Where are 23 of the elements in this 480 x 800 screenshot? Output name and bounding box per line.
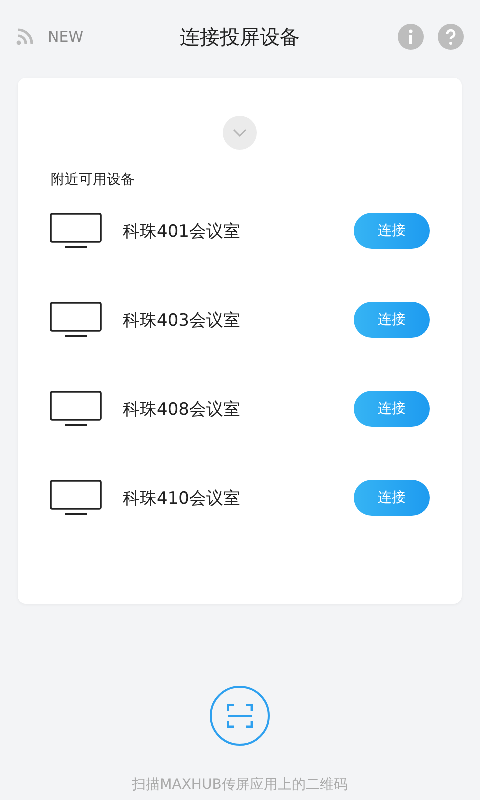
monitor-icon (50, 391, 102, 427)
monitor-icon (50, 302, 102, 338)
device-name: 科珠401会议室 (123, 220, 240, 242)
help-icon[interactable] (438, 24, 464, 50)
device-name: 科珠403会议室 (123, 310, 240, 332)
connect-button[interactable]: 连接 (354, 391, 430, 427)
device-name: 科珠410会议室 (123, 488, 240, 510)
info-icon[interactable] (398, 24, 424, 50)
expand-button[interactable] (223, 116, 257, 150)
device-name: 科珠408会议室 (123, 398, 240, 420)
scan-hint: 扫描MAXHUB传屏应用上的二维码 (132, 777, 348, 793)
chevron-down-icon (233, 129, 247, 137)
page-title: 连接投屏设备 (180, 24, 300, 48)
section-label: 附近可用设备 (51, 171, 136, 189)
connect-button[interactable]: 连接 (354, 302, 430, 338)
monitor-icon (50, 480, 102, 516)
scan-icon (227, 704, 253, 728)
new-label[interactable]: NEW (48, 28, 84, 46)
connect-button[interactable]: 连接 (354, 480, 430, 516)
wifi-icon[interactable] (16, 28, 36, 46)
connect-button[interactable]: 连接 (354, 213, 430, 249)
monitor-icon (50, 213, 102, 249)
scan-button[interactable] (210, 686, 270, 746)
